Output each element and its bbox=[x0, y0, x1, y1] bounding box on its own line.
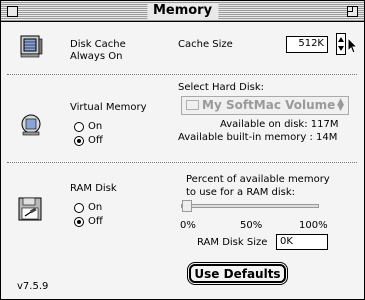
section-divider bbox=[7, 162, 357, 163]
available-on-disk: Available on disk: 117M bbox=[220, 119, 339, 130]
hard-disk-popup-value: My SoftMac Volume bbox=[202, 98, 336, 112]
memory-chip-icon bbox=[20, 35, 43, 58]
memory-control-panel-window: Memory Disk Cache Always On Cache Size 5… bbox=[0, 0, 365, 300]
hard-disk-popup[interactable]: My SoftMac Volume ▲ ▼ bbox=[181, 96, 349, 115]
ram-disk-slider-track[interactable] bbox=[181, 204, 319, 208]
window-title: Memory bbox=[146, 3, 219, 19]
select-hard-disk-label: Select Hard Disk: bbox=[178, 82, 264, 93]
ram-disk-size-label: RAM Disk Size bbox=[197, 237, 268, 248]
stepper-down-icon[interactable] bbox=[338, 46, 344, 51]
ram-disk-size-field: 0K bbox=[276, 234, 328, 250]
slider-tick-50: 50% bbox=[240, 220, 263, 231]
virtual-memory-label: Virtual Memory bbox=[70, 102, 147, 113]
ram-disk-label: RAM Disk bbox=[70, 183, 117, 194]
ram-disk-slider-thumb[interactable] bbox=[182, 200, 192, 212]
version-label: v7.5.9 bbox=[17, 281, 49, 292]
cache-size-field[interactable]: 512K bbox=[286, 36, 328, 53]
use-defaults-button[interactable]: Use Defaults bbox=[187, 262, 288, 285]
zoom-box-icon[interactable] bbox=[347, 6, 358, 17]
volume-icon bbox=[186, 100, 199, 110]
section-divider bbox=[7, 74, 357, 75]
ram-disk-off-label[interactable]: Off bbox=[88, 216, 103, 227]
slider-tick-0: 0% bbox=[180, 220, 196, 231]
hard-disk-icon bbox=[21, 114, 41, 136]
virtual-memory-on-radio[interactable] bbox=[74, 122, 84, 132]
ram-disk-on-radio[interactable] bbox=[74, 203, 84, 213]
popup-arrows-icon: ▲ ▼ bbox=[337, 97, 344, 113]
ram-disk-off-radio[interactable] bbox=[74, 217, 84, 227]
stepper-up-icon[interactable] bbox=[338, 37, 344, 42]
available-built-in-memory: Available built-in memory : 14M bbox=[178, 132, 338, 143]
close-box-icon[interactable] bbox=[7, 6, 18, 17]
ram-disk-percent-label-2: to use for a RAM disk: bbox=[186, 187, 296, 198]
virtual-memory-on-label[interactable]: On bbox=[88, 121, 102, 132]
slider-tick-100: 100% bbox=[299, 220, 328, 231]
cache-size-stepper[interactable] bbox=[336, 33, 346, 55]
cache-size-label: Cache Size bbox=[178, 39, 233, 50]
disk-cache-status: Always On bbox=[70, 51, 123, 62]
ram-disk-icon bbox=[18, 197, 42, 221]
arrow-cursor-icon bbox=[347, 37, 359, 54]
disk-cache-label: Disk Cache bbox=[70, 39, 126, 50]
title-bar[interactable]: Memory bbox=[1, 1, 364, 22]
virtual-memory-off-label[interactable]: Off bbox=[88, 135, 103, 146]
virtual-memory-off-radio[interactable] bbox=[74, 136, 84, 146]
ram-disk-on-label[interactable]: On bbox=[88, 202, 102, 213]
ram-disk-percent-label-1: Percent of available memory bbox=[186, 174, 330, 185]
